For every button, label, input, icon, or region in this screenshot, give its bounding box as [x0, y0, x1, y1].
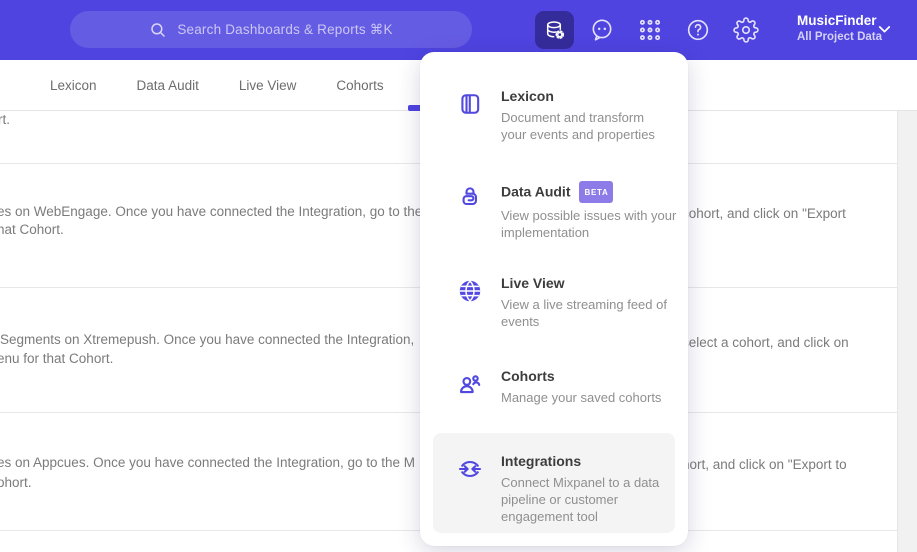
menu-item-desc: Connect Mixpanel to a data pipeline or c… — [501, 475, 660, 524]
menu-item-title: Live View — [501, 275, 565, 291]
audit-lock-icon — [462, 187, 477, 206]
row-text: rt. — [0, 112, 10, 127]
row-text: es on Appcues. Once you have connected t… — [0, 455, 416, 470]
row-text: select a cohort, and click on — [682, 335, 849, 350]
apps-grid-button[interactable] — [637, 17, 663, 43]
row-text: es on WebEngage. Once you have connected… — [0, 204, 423, 219]
tab-lexicon[interactable]: Lexicon — [50, 78, 97, 93]
book-icon — [461, 94, 480, 114]
chat-face-icon — [592, 19, 612, 41]
scrollbar-track[interactable] — [897, 111, 917, 552]
tab-cohorts[interactable]: Cohorts — [336, 78, 383, 93]
database-gear-icon — [546, 21, 564, 39]
search-placeholder: Search Dashboards & Reports ⌘K — [177, 21, 393, 37]
people-icon — [459, 375, 481, 394]
row-text: hat Cohort. — [0, 222, 64, 237]
search-input[interactable]: Search Dashboards & Reports ⌘K — [70, 11, 472, 48]
gear-icon — [733, 17, 759, 43]
menu-item-title: Integrations — [501, 453, 582, 469]
menu-item-title: Cohorts — [501, 368, 555, 384]
menu-item-desc: Manage your saved cohorts — [501, 390, 662, 405]
menu-item-cohorts[interactable]: Cohorts Manage your saved cohorts — [456, 368, 661, 406]
chevron-down-icon[interactable] — [878, 25, 891, 34]
menu-item-title: Data Audit BETA — [501, 181, 676, 203]
tab-live-view[interactable]: Live View — [239, 78, 297, 93]
nav-dropdown-panel: Lexicon Document and transform your even… — [420, 52, 688, 546]
menu-item-lexicon[interactable]: Lexicon Document and transform your even… — [456, 88, 655, 143]
project-subtitle: All Project Data — [797, 31, 882, 43]
top-nav-bar: Search Dashboards & Reports ⌘K MusicFind… — [0, 0, 917, 60]
project-name: MusicFinder — [797, 13, 877, 28]
help-button[interactable] — [685, 17, 711, 43]
row-text: enu for that Cohort. — [0, 351, 114, 366]
tab-data-audit[interactable]: Data Audit — [137, 78, 199, 93]
menu-item-desc: View possible issues with your implement… — [501, 208, 677, 240]
project-selector[interactable]: MusicFinder All Project Data — [797, 13, 882, 43]
beta-badge: BETA — [579, 181, 614, 203]
menu-item-data-audit[interactable]: Data Audit BETA View possible issues with… — [456, 181, 676, 241]
search-icon — [151, 22, 166, 37]
menu-item-integrations[interactable]: Integrations Connect Mixpanel to a data … — [433, 433, 675, 533]
menu-item-title: Lexicon — [501, 88, 554, 104]
app-window: rt. es on WebEngage. Once you have conne… — [0, 0, 917, 552]
menu-item-desc: View a live streaming feed of events — [501, 297, 667, 329]
feedback-button[interactable] — [589, 17, 615, 43]
grid-dots-icon — [639, 19, 661, 41]
menu-item-live-view[interactable]: Live View View a live streaming feed of … — [456, 275, 667, 330]
menu-item-desc: Document and transform your events and p… — [501, 110, 655, 142]
data-management-button[interactable] — [535, 11, 574, 49]
row-text: hort, and click on "Export to — [682, 457, 847, 472]
row-text: cohort, and click on "Export — [682, 206, 846, 221]
row-text: Segments on Xtremepush. Once you have co… — [0, 332, 415, 347]
row-text: ohort. — [0, 475, 32, 490]
settings-button[interactable] — [733, 17, 759, 43]
question-icon — [687, 19, 709, 41]
sync-arrows-icon — [458, 461, 482, 477]
globe-icon — [459, 280, 481, 302]
